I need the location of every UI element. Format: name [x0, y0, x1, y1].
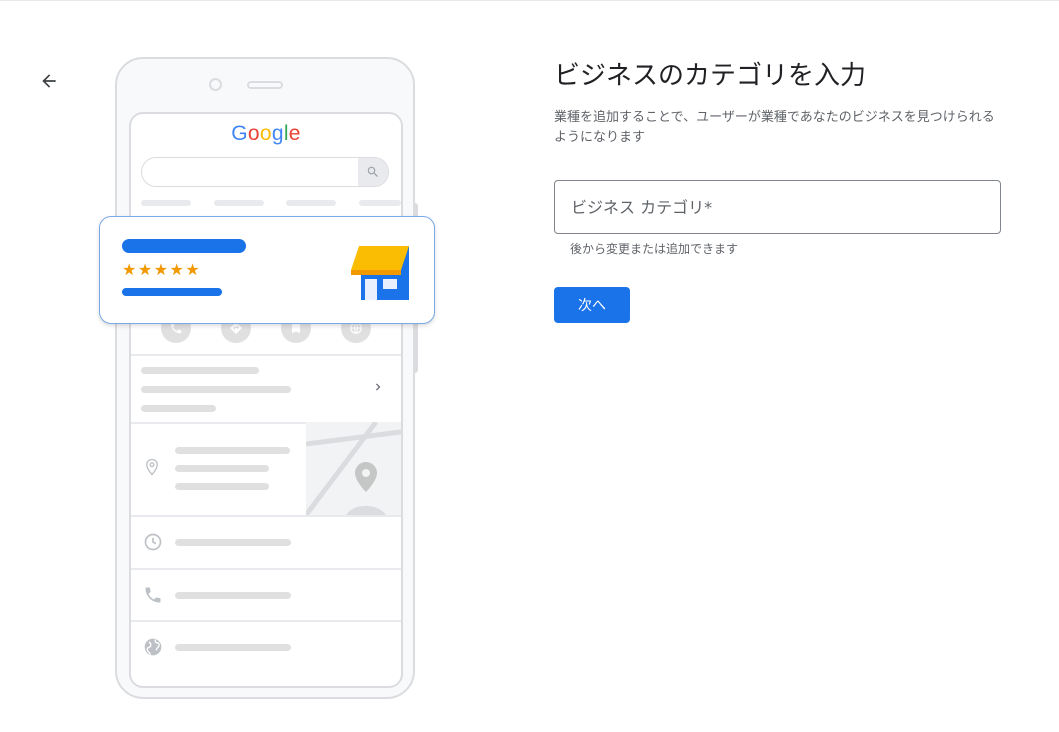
mock-text-line — [175, 644, 291, 651]
mock-tab-line — [286, 200, 336, 206]
mock-tab-line — [359, 200, 401, 206]
mock-text-line — [141, 405, 216, 412]
mock-tab-line — [141, 200, 191, 206]
mock-divider — [131, 515, 401, 517]
business-card-illustration: ★★★★★ — [99, 216, 435, 324]
mock-search-button — [358, 158, 388, 186]
phone-camera — [209, 78, 222, 91]
mock-text-line — [175, 447, 290, 454]
page-description: 業種を追加することで、ユーザーが業種であなたのビジネスを見つけられるようになりま… — [554, 110, 995, 145]
phone-icon — [145, 587, 161, 603]
storefront-icon — [351, 246, 409, 300]
mock-divider — [131, 354, 401, 356]
back-button[interactable] — [34, 66, 64, 96]
globe-icon — [144, 638, 162, 656]
page-title: ビジネスのカテゴリを入力 — [554, 61, 867, 91]
next-button[interactable]: 次へ — [554, 287, 630, 323]
top-divider — [0, 0, 1059, 1]
mock-text-line — [141, 367, 259, 374]
business-category-field[interactable] — [554, 180, 1006, 234]
mock-search-bar — [141, 157, 389, 187]
mock-text-line — [175, 592, 291, 599]
search-icon — [367, 166, 378, 177]
mock-text-line — [175, 539, 291, 546]
location-pin-icon — [146, 458, 158, 476]
mock-text-line — [175, 483, 269, 490]
mock-text-line — [141, 386, 291, 393]
phone-speaker — [247, 81, 283, 89]
business-category-input[interactable] — [556, 182, 1006, 232]
phone-illustration: Google — [115, 57, 418, 699]
phone-screen: Google — [129, 112, 403, 688]
mock-divider — [131, 620, 401, 622]
category-helper-text: 後から変更または追加できます — [570, 242, 739, 256]
back-arrow-icon — [42, 74, 56, 88]
mock-text-line — [175, 465, 269, 472]
card-subtitle-bar — [122, 288, 222, 296]
mock-divider — [131, 568, 401, 570]
mini-map — [306, 422, 401, 515]
google-logo: Google — [231, 122, 301, 145]
clock-icon — [144, 533, 162, 551]
card-title-bar — [122, 239, 246, 253]
mock-tab-line — [214, 200, 264, 206]
rating-stars: ★★★★★ — [122, 260, 202, 279]
chevron-right-icon — [376, 383, 381, 391]
